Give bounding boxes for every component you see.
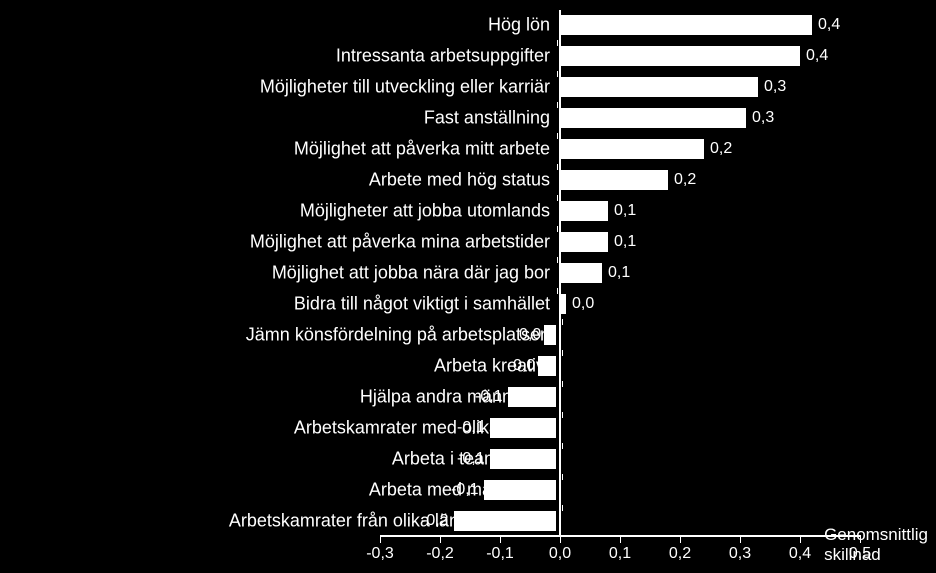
bar-row: Fast anställning 0,3 [0, 103, 936, 133]
bar-row: Möjlighet att påverka mitt arbete 0,2 [0, 134, 936, 164]
value-label: 0,0 [572, 295, 594, 313]
bar [544, 325, 556, 345]
tick [680, 535, 681, 543]
category-label: Möjlighet att påverka mina arbetstider [250, 232, 550, 253]
bar [560, 77, 758, 97]
bar [490, 449, 556, 469]
bar-row: Arbete med hög status 0,2 [0, 165, 936, 195]
value-label: -0,2 [421, 512, 449, 530]
value-label: 0,2 [674, 171, 696, 189]
bar-row: Möjlighet att påverka mina arbetstider 0… [0, 227, 936, 257]
category-label: Intressanta arbetsuppgifter [336, 46, 550, 67]
bar-row: Bidra till något viktigt i samhället 0,0 [0, 289, 936, 319]
minor-tick [562, 443, 563, 449]
x-axis: -0,3 -0,2 -0,1 0,0 0,1 0,2 0,3 0,4 0,5 [0, 535, 936, 536]
bar-row: Arbeta i team/grupp -0,1 [0, 444, 936, 474]
bar-row: Arbeta kreativt 0,0 [0, 351, 936, 381]
bar-chart: Hög lön 0,4 Intressanta arbetsuppgifter … [0, 0, 936, 573]
tick [560, 535, 561, 543]
minor-tick [562, 381, 563, 387]
tick-label: 0,1 [609, 545, 631, 563]
bar [538, 356, 556, 376]
minor-tick [557, 40, 558, 46]
tick [380, 535, 381, 543]
tick [740, 535, 741, 543]
bar [560, 139, 704, 159]
minor-tick [557, 288, 558, 294]
category-label: Hög lön [488, 15, 550, 36]
tick-label: 0,0 [549, 545, 571, 563]
category-label: Arbete med hög status [369, 170, 550, 191]
bar-row: Möjligheter att jobba utomlands 0,1 [0, 196, 936, 226]
tick-label: 0,3 [729, 545, 751, 563]
minor-tick [557, 257, 558, 263]
bar [560, 15, 812, 35]
minor-tick [562, 505, 563, 511]
value-label: 0,2 [710, 140, 732, 158]
bar-row: Arbetskamrater från olika länder/kulture… [0, 506, 936, 536]
tick-label: 0,4 [789, 545, 811, 563]
minor-tick [557, 102, 558, 108]
tick [500, 535, 501, 543]
minor-tick [557, 133, 558, 139]
category-label: Möjlighet att jobba nära där jag bor [272, 263, 550, 284]
category-label: Möjlighet att påverka mitt arbete [294, 139, 550, 160]
value-label: -0,1 [457, 419, 485, 437]
bar-row: Arbetskamrater med olika åldrar -0,1 [0, 413, 936, 443]
tick-label: -0,3 [366, 545, 394, 563]
tick-label: -0,2 [426, 545, 454, 563]
tick-label: -0,1 [486, 545, 514, 563]
bar [560, 263, 602, 283]
value-label: 0,4 [818, 16, 840, 34]
minor-tick [557, 164, 558, 170]
bar [560, 46, 800, 66]
value-label: -0,1 [457, 450, 485, 468]
value-label: 0,1 [608, 264, 630, 282]
bar [560, 108, 746, 128]
tick [800, 535, 801, 543]
bar [560, 294, 566, 314]
category-label: Möjligheter till utveckling eller karriä… [260, 77, 550, 98]
tick [440, 535, 441, 543]
value-label: 0,4 [806, 47, 828, 65]
tick [620, 535, 621, 543]
bar-row: Hjälpa andra människor -0,1 [0, 382, 936, 412]
bar-row: Möjlighet att jobba nära där jag bor 0,1 [0, 258, 936, 288]
value-label: 0,1 [614, 233, 636, 251]
category-label: Fast anställning [424, 108, 550, 129]
bar [484, 480, 556, 500]
bar-row: Jämn könsfördelning på arbetsplatsen 0,0 [0, 320, 936, 350]
minor-tick [562, 474, 563, 480]
bar-row: Arbeta med människor -0,1 [0, 475, 936, 505]
value-label: -0,1 [451, 481, 479, 499]
value-label: -0,1 [475, 388, 503, 406]
minor-tick [562, 319, 563, 325]
value-label: 0,0 [513, 357, 535, 375]
bar [490, 418, 556, 438]
bar [560, 170, 668, 190]
x-axis-label-text: Genomsnittlig skillnad [824, 525, 928, 564]
minor-tick [557, 226, 558, 232]
value-label: 0,1 [614, 202, 636, 220]
bar [560, 232, 608, 252]
minor-tick [562, 412, 563, 418]
bar [560, 201, 608, 221]
value-label: 0,3 [764, 78, 786, 96]
tick-label: 0,2 [669, 545, 691, 563]
x-axis-label: Genomsnittlig skillnad [824, 525, 928, 564]
minor-tick [562, 350, 563, 356]
category-label: Bidra till något viktigt i samhället [294, 294, 550, 315]
category-label: Möjligheter att jobba utomlands [300, 201, 550, 222]
minor-tick [557, 71, 558, 77]
bar-row: Intressanta arbetsuppgifter 0,4 [0, 41, 936, 71]
value-label: 0,0 [519, 326, 541, 344]
bar [454, 511, 556, 531]
bar-row: Hög lön 0,4 [0, 10, 936, 40]
value-label: 0,3 [752, 109, 774, 127]
bar-row: Möjligheter till utveckling eller karriä… [0, 72, 936, 102]
minor-tick [557, 195, 558, 201]
category-label: Jämn könsfördelning på arbetsplatsen [246, 325, 550, 346]
bar [508, 387, 556, 407]
